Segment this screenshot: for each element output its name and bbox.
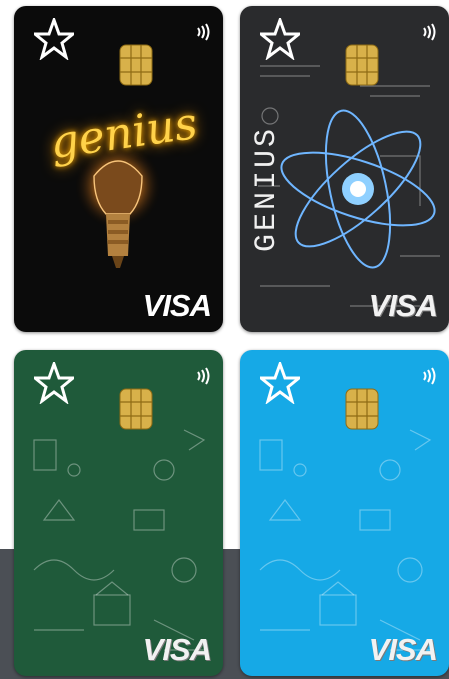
emv-chip-icon xyxy=(345,388,379,430)
star-logo-icon xyxy=(34,18,74,60)
card-genius-chalkboard[interactable]: GENIUS VISA xyxy=(240,6,449,332)
contactless-icon xyxy=(197,23,210,41)
card-green-doodles[interactable]: VISA xyxy=(14,350,223,676)
card-network-label: VISA xyxy=(368,288,438,323)
card-network-label: VISA xyxy=(142,632,212,667)
card-network-label: VISA xyxy=(142,288,212,323)
contactless-icon xyxy=(423,367,436,385)
contactless-icon xyxy=(197,367,210,385)
star-logo-icon xyxy=(260,18,300,60)
emv-chip-icon xyxy=(119,388,153,430)
emv-chip-icon xyxy=(345,44,379,86)
contactless-icon xyxy=(423,23,436,41)
card-vertical-text: GENIUS xyxy=(250,125,284,252)
card-blue-doodles[interactable]: VISA xyxy=(240,350,449,676)
star-logo-icon xyxy=(34,362,74,404)
emv-chip-icon xyxy=(119,44,153,86)
card-genius-bulb[interactable]: genius VISA xyxy=(14,6,223,332)
card-network-label: VISA xyxy=(368,632,438,667)
star-logo-icon xyxy=(260,362,300,404)
